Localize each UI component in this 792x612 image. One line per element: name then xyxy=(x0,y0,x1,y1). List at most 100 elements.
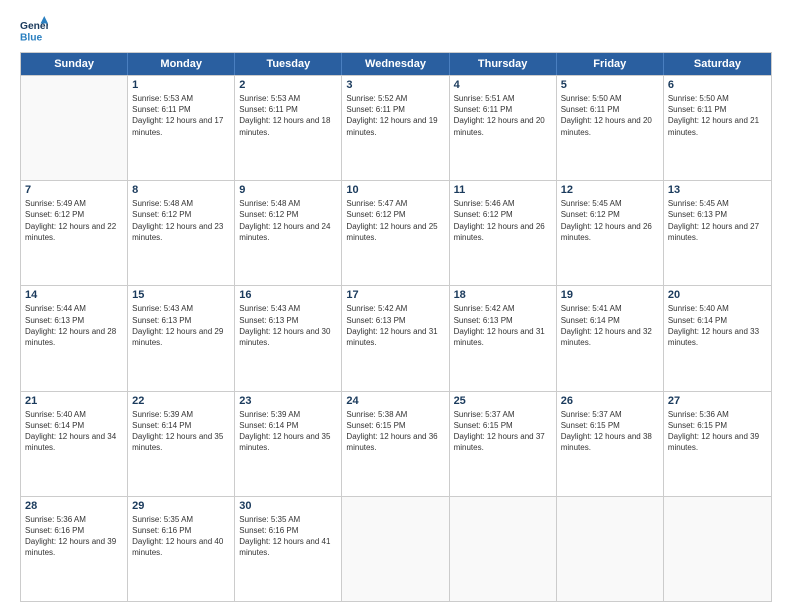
daylight-text: Daylight: 12 hours and 20 minutes. xyxy=(561,115,659,137)
daylight-text: Daylight: 12 hours and 37 minutes. xyxy=(454,431,552,453)
daylight-text: Daylight: 12 hours and 26 minutes. xyxy=(561,221,659,243)
sunrise-text: Sunrise: 5:44 AM xyxy=(25,303,123,314)
calendar-cell: 15Sunrise: 5:43 AMSunset: 6:13 PMDayligh… xyxy=(128,286,235,390)
daylight-text: Daylight: 12 hours and 31 minutes. xyxy=(454,326,552,348)
day-number: 27 xyxy=(668,395,767,407)
sunset-text: Sunset: 6:16 PM xyxy=(239,525,337,536)
daylight-text: Daylight: 12 hours and 21 minutes. xyxy=(668,115,767,137)
daylight-text: Daylight: 12 hours and 35 minutes. xyxy=(239,431,337,453)
calendar-body: 1Sunrise: 5:53 AMSunset: 6:11 PMDaylight… xyxy=(21,75,771,601)
calendar: SundayMondayTuesdayWednesdayThursdayFrid… xyxy=(20,52,772,602)
daylight-text: Daylight: 12 hours and 25 minutes. xyxy=(346,221,444,243)
daylight-text: Daylight: 12 hours and 17 minutes. xyxy=(132,115,230,137)
sunrise-text: Sunrise: 5:36 AM xyxy=(668,409,767,420)
sunrise-text: Sunrise: 5:40 AM xyxy=(668,303,767,314)
day-number: 25 xyxy=(454,395,552,407)
calendar-cell: 7Sunrise: 5:49 AMSunset: 6:12 PMDaylight… xyxy=(21,181,128,285)
sunrise-text: Sunrise: 5:42 AM xyxy=(454,303,552,314)
calendar-cell: 6Sunrise: 5:50 AMSunset: 6:11 PMDaylight… xyxy=(664,76,771,180)
sunset-text: Sunset: 6:11 PM xyxy=(346,104,444,115)
sunset-text: Sunset: 6:15 PM xyxy=(561,420,659,431)
day-number: 9 xyxy=(239,184,337,196)
day-number: 21 xyxy=(25,395,123,407)
calendar-cell: 1Sunrise: 5:53 AMSunset: 6:11 PMDaylight… xyxy=(128,76,235,180)
sunset-text: Sunset: 6:13 PM xyxy=(25,315,123,326)
calendar-cell: 4 Sunrise: 5:51 AMSunset: 6:11 PMDaylight… xyxy=(450,76,557,180)
sunrise-text: Sunrise: 5:36 AM xyxy=(25,514,123,525)
calendar-cell: 26Sunrise: 5:37 AMSunset: 6:15 PMDayligh… xyxy=(557,392,664,496)
calendar-cell xyxy=(664,497,771,601)
calendar-cell xyxy=(557,497,664,601)
calendar-cell: 3Sunrise: 5:52 AMSunset: 6:11 PMDaylight… xyxy=(342,76,449,180)
sunset-text: Sunset: 6:11 PM xyxy=(239,104,337,115)
day-number: 1 xyxy=(132,79,230,91)
sunset-text: Sunset: 6:11 PM xyxy=(132,104,230,115)
sunset-text: Sunset: 6:15 PM xyxy=(668,420,767,431)
sunset-text: Sunset: 6:13 PM xyxy=(132,315,230,326)
sunset-text: Sunset: 6:12 PM xyxy=(454,209,552,220)
sunrise-text: Sunrise: 5:43 AM xyxy=(132,303,230,314)
sunset-text: Sunset: 6:14 PM xyxy=(25,420,123,431)
svg-text:Blue: Blue xyxy=(20,32,43,43)
sunset-text: Sunset: 6:11 PM xyxy=(454,104,552,115)
daylight-text: Daylight: 12 hours and 31 minutes. xyxy=(346,326,444,348)
day-number: 26 xyxy=(561,395,659,407)
sunset-text: Sunset: 6:12 PM xyxy=(239,209,337,220)
sunrise-text: Sunrise: 5:50 AM xyxy=(561,93,659,104)
sunset-text: Sunset: 6:12 PM xyxy=(25,209,123,220)
calendar-cell: 23Sunrise: 5:39 AMSunset: 6:14 PMDayligh… xyxy=(235,392,342,496)
daylight-text: Daylight: 12 hours and 35 minutes. xyxy=(132,431,230,453)
day-number: 5 xyxy=(561,79,659,91)
calendar-cell: 22Sunrise: 5:39 AMSunset: 6:14 PMDayligh… xyxy=(128,392,235,496)
calendar-cell: 21 Sunrise: 5:40 AMSunset: 6:14 PMDayligh… xyxy=(21,392,128,496)
sunset-text: Sunset: 6:16 PM xyxy=(132,525,230,536)
day-number: 23 xyxy=(239,395,337,407)
sunrise-text: Sunrise: 5:47 AM xyxy=(346,198,444,209)
daylight-text: Daylight: 12 hours and 23 minutes. xyxy=(132,221,230,243)
sunset-text: Sunset: 6:13 PM xyxy=(239,315,337,326)
day-number: 28 xyxy=(25,500,123,512)
sunrise-text: Sunrise: 5:37 AM xyxy=(454,409,552,420)
day-number: 13 xyxy=(668,184,767,196)
sunset-text: Sunset: 6:12 PM xyxy=(132,209,230,220)
calendar-cell: 12Sunrise: 5:45 AMSunset: 6:12 PMDayligh… xyxy=(557,181,664,285)
day-number: 7 xyxy=(25,184,123,196)
daylight-text: Daylight: 12 hours and 24 minutes. xyxy=(239,221,337,243)
day-number: 20 xyxy=(668,289,767,301)
daylight-text: Daylight: 12 hours and 22 minutes. xyxy=(25,221,123,243)
sunrise-text: Sunrise: 5:53 AM xyxy=(239,93,337,104)
header-day: Friday xyxy=(557,53,664,75)
daylight-text: Daylight: 12 hours and 32 minutes. xyxy=(561,326,659,348)
daylight-text: Daylight: 12 hours and 20 minutes. xyxy=(454,115,552,137)
sunset-text: Sunset: 6:13 PM xyxy=(346,315,444,326)
sunrise-text: Sunrise: 5:35 AM xyxy=(132,514,230,525)
day-number: 14 xyxy=(25,289,123,301)
calendar-cell: 24Sunrise: 5:38 AMSunset: 6:15 PMDayligh… xyxy=(342,392,449,496)
day-number: 18 xyxy=(454,289,552,301)
calendar-cell xyxy=(21,76,128,180)
sunset-text: Sunset: 6:12 PM xyxy=(561,209,659,220)
sunrise-text: Sunrise: 5:48 AM xyxy=(132,198,230,209)
calendar-cell xyxy=(450,497,557,601)
logo: General Blue xyxy=(20,16,52,44)
calendar-cell: 14 Sunrise: 5:44 AMSunset: 6:13 PMDayligh… xyxy=(21,286,128,390)
sunrise-text: Sunrise: 5:51 AM xyxy=(454,93,552,104)
header-day: Wednesday xyxy=(342,53,449,75)
sunset-text: Sunset: 6:13 PM xyxy=(668,209,767,220)
calendar-cell: 25Sunrise: 5:37 AMSunset: 6:15 PMDayligh… xyxy=(450,392,557,496)
day-number: 30 xyxy=(239,500,337,512)
daylight-text: Daylight: 12 hours and 39 minutes. xyxy=(668,431,767,453)
calendar-cell: 16Sunrise: 5:43 AMSunset: 6:13 PMDayligh… xyxy=(235,286,342,390)
calendar-cell: 17Sunrise: 5:42 AMSunset: 6:13 PMDayligh… xyxy=(342,286,449,390)
sunrise-text: Sunrise: 5:38 AM xyxy=(346,409,444,420)
sunset-text: Sunset: 6:11 PM xyxy=(668,104,767,115)
sunrise-text: Sunrise: 5:35 AM xyxy=(239,514,337,525)
daylight-text: Daylight: 12 hours and 28 minutes. xyxy=(25,326,123,348)
calendar-cell: 5Sunrise: 5:50 AMSunset: 6:11 PMDaylight… xyxy=(557,76,664,180)
sunrise-text: Sunrise: 5:42 AM xyxy=(346,303,444,314)
day-number: 4 xyxy=(454,79,552,91)
daylight-text: Daylight: 12 hours and 34 minutes. xyxy=(25,431,123,453)
calendar-cell: 8Sunrise: 5:48 AMSunset: 6:12 PMDaylight… xyxy=(128,181,235,285)
sunrise-text: Sunrise: 5:40 AM xyxy=(25,409,123,420)
daylight-text: Daylight: 12 hours and 30 minutes. xyxy=(239,326,337,348)
